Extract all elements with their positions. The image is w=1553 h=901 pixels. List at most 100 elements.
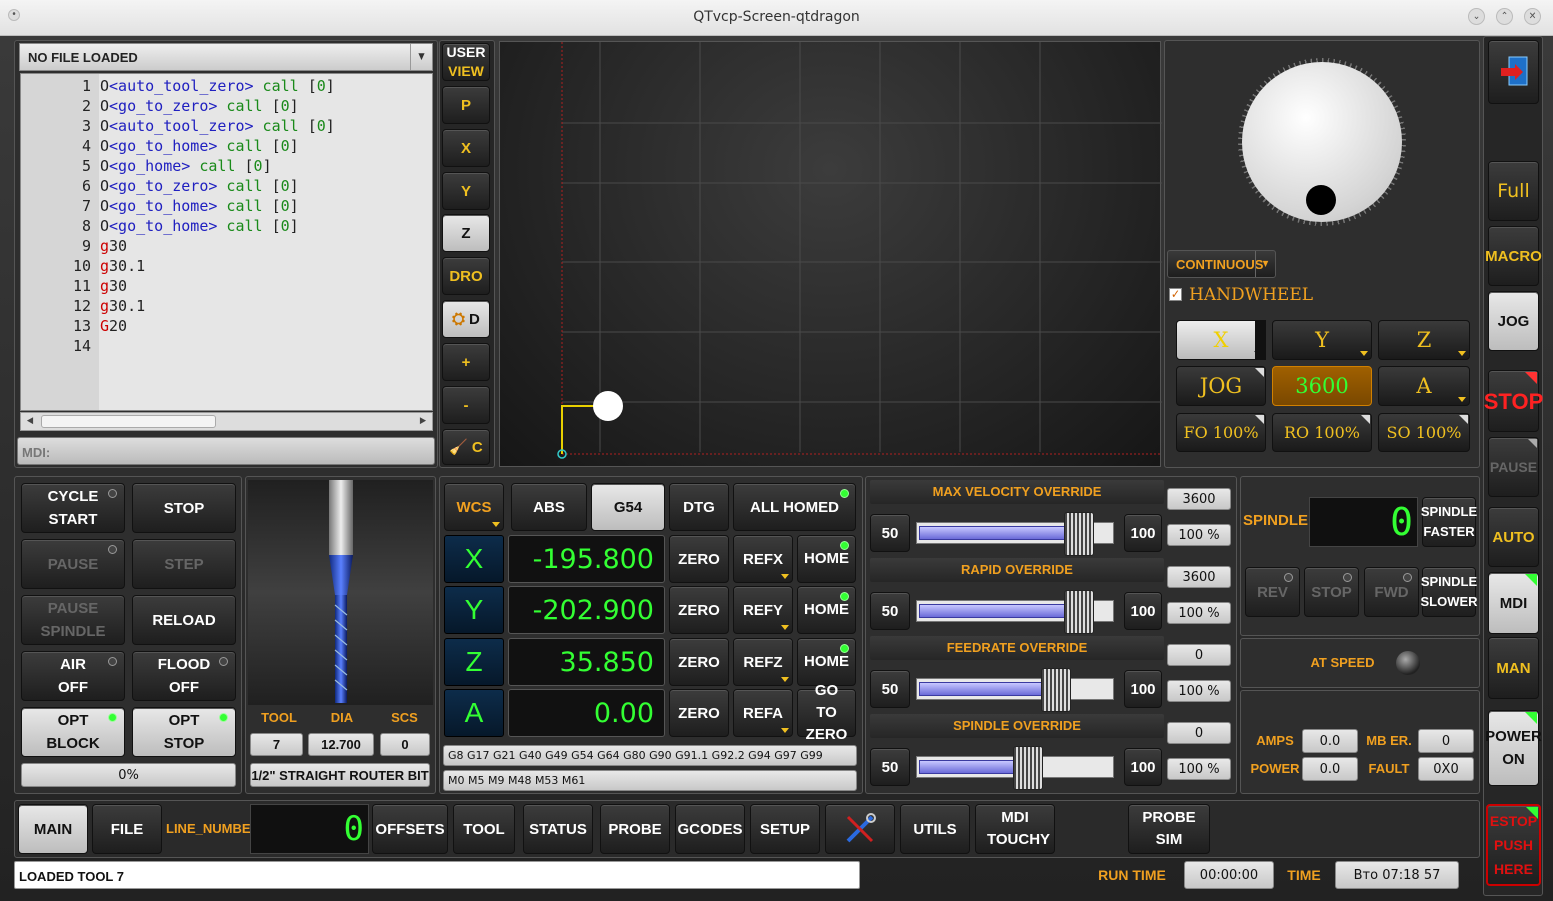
slider-handle[interactable] <box>1064 590 1094 634</box>
chevron-down-icon[interactable]: ▼ <box>410 44 432 70</box>
pause-program-button[interactable]: PAUSE <box>21 539 125 589</box>
gcode-line[interactable]: 11 g30 <box>21 276 432 296</box>
gcode-line[interactable]: 6 O<go_to_zero> call [0] <box>21 176 432 196</box>
gcode-line[interactable]: 12 g30.1 <box>21 296 432 316</box>
view-p-button[interactable]: P <box>442 86 490 124</box>
maximize-icon[interactable]: ⌃ <box>1496 8 1513 25</box>
home-a-button[interactable]: GO TO ZERO <box>797 682 856 743</box>
override-max-button[interactable]: 100 <box>1124 748 1162 786</box>
override-slider[interactable] <box>916 746 1114 790</box>
exit-button[interactable] <box>1488 40 1539 104</box>
override-min-button[interactable]: 50 <box>870 670 910 708</box>
power-button[interactable]: POWER ON <box>1485 710 1542 786</box>
pause-button[interactable]: PAUSE <box>1488 437 1539 497</box>
pause-spindle-button[interactable]: PAUSE SPINDLE <box>21 595 125 645</box>
zero-z-button[interactable]: ZERO <box>669 638 729 686</box>
tab-utils[interactable]: UTILS <box>900 804 970 854</box>
handwheel-knob[interactable] <box>1306 185 1336 215</box>
tab-setup[interactable]: SETUP <box>750 804 820 854</box>
cycle-stop-button[interactable]: STOP <box>132 483 236 533</box>
zero-y-button[interactable]: ZERO <box>669 586 729 634</box>
jog-axis-x-button[interactable]: X <box>1176 320 1266 360</box>
spindle-faster-button[interactable]: SPINDLE FASTER <box>1421 497 1477 547</box>
home-x-button[interactable]: HOME <box>797 535 856 583</box>
gcode-line[interactable]: 3 O<auto_tool_zero> call [0] <box>21 116 432 136</box>
stop-button[interactable]: STOP <box>1484 370 1543 432</box>
ref-z-button[interactable]: REFZ <box>733 638 793 686</box>
tab-tool[interactable]: TOOL <box>453 804 515 854</box>
ref-x-button[interactable]: REFX <box>733 535 793 583</box>
chevron-down-icon[interactable]: ▼ <box>1255 251 1275 277</box>
zero-x-button[interactable]: ZERO <box>669 535 729 583</box>
slider-handle[interactable] <box>1013 746 1043 790</box>
gcode-line[interactable]: 9 g30 <box>21 236 432 256</box>
tab-tools[interactable] <box>825 804 895 854</box>
tab-probe-sim[interactable]: PROBE SIM <box>1128 804 1210 854</box>
jog-rate-field[interactable]: 3600 <box>1272 366 1372 406</box>
horizontal-scrollbar[interactable]: ◀ ▶ <box>20 412 433 431</box>
cycle-start-button[interactable]: CYCLE START <box>21 483 125 533</box>
feed-override-button[interactable]: FO 100% <box>1176 413 1266 452</box>
tab-gcodes[interactable]: GCODES <box>675 804 745 854</box>
gcode-line[interactable]: 10 g30.1 <box>21 256 432 276</box>
jog-axis-y-button[interactable]: Y <box>1272 320 1372 360</box>
spindle-override-button[interactable]: SO 100% <box>1378 413 1470 452</box>
override-max-button[interactable]: 100 <box>1124 592 1162 630</box>
spindle-slower-button[interactable]: SPINDLE SLOWER <box>1420 567 1478 617</box>
tab-offsets[interactable]: OFFSETS <box>372 804 448 854</box>
file-combobox[interactable]: NO FILE LOADED ▼ <box>19 43 433 71</box>
view-dro-button[interactable]: DRO <box>442 257 490 295</box>
mdi-mode-button[interactable]: MDI <box>1488 572 1539 634</box>
gcode-preview[interactable] <box>499 41 1162 467</box>
slider-handle[interactable] <box>1064 512 1094 556</box>
close-icon[interactable]: ✕ <box>1524 8 1541 25</box>
all-homed-button[interactable]: ALL HOMED <box>733 483 856 531</box>
flood-toggle-button[interactable]: FLOOD OFF <box>132 651 236 701</box>
gcode-line[interactable]: 14 <box>21 336 432 356</box>
override-slider[interactable] <box>916 668 1114 712</box>
view-x-button[interactable]: X <box>442 129 490 167</box>
zoom-out-button[interactable]: - <box>442 386 490 424</box>
auto-mode-button[interactable]: AUTO <box>1488 507 1539 567</box>
manual-mode-button[interactable]: MAN <box>1488 637 1539 699</box>
gcode-line[interactable]: 4 O<go_to_home> call [0] <box>21 136 432 156</box>
wcs-button[interactable]: WCS <box>444 483 504 531</box>
tab-mdi-touchy[interactable]: MDI TOUCHY <box>975 804 1055 854</box>
override-slider[interactable] <box>916 590 1114 634</box>
user-view-button[interactable]: USER VIEW <box>442 43 490 81</box>
jog-tab-button[interactable]: JOG <box>1488 291 1539 351</box>
slider-handle[interactable] <box>1041 668 1071 712</box>
zero-a-button[interactable]: ZERO <box>669 689 729 737</box>
tab-probe[interactable]: PROBE <box>600 804 670 854</box>
view-z-button[interactable]: Z <box>442 214 490 252</box>
gcode-line[interactable]: 7 O<go_to_home> call [0] <box>21 196 432 216</box>
handwheel-dial[interactable] <box>1238 58 1406 226</box>
dtg-button[interactable]: DTG <box>669 483 729 531</box>
scroll-right-icon[interactable]: ▶ <box>416 415 430 428</box>
scrollbar-thumb[interactable] <box>41 415 216 428</box>
optional-block-button[interactable]: OPT BLOCK <box>21 707 125 757</box>
home-y-button[interactable]: HOME <box>797 586 856 634</box>
abs-button[interactable]: ABS <box>511 483 587 531</box>
jog-button[interactable]: JOG <box>1176 366 1266 406</box>
override-slider[interactable] <box>916 512 1114 556</box>
zoom-in-button[interactable]: + <box>442 343 490 381</box>
override-min-button[interactable]: 50 <box>870 748 910 786</box>
override-max-button[interactable]: 100 <box>1124 514 1162 552</box>
ref-a-button[interactable]: REFA <box>733 689 793 737</box>
jog-axis-a-button[interactable]: A <box>1378 366 1470 406</box>
override-min-button[interactable]: 50 <box>870 592 910 630</box>
jog-axis-z-button[interactable]: Z <box>1378 320 1470 360</box>
gcode-editor[interactable]: 1 O<auto_tool_zero> call [0] 2 O<go_to_zero… <box>20 73 433 411</box>
air-toggle-button[interactable]: AIR OFF <box>21 651 125 701</box>
minimize-icon[interactable]: ⌄ <box>1468 8 1485 25</box>
g54-button[interactable]: G54 <box>591 483 665 531</box>
ref-y-button[interactable]: REFY <box>733 586 793 634</box>
jog-mode-combobox[interactable]: CONTINUOUS ▼ <box>1167 250 1276 278</box>
optional-stop-button[interactable]: OPT STOP <box>132 707 236 757</box>
tab-file[interactable]: FILE <box>92 804 162 854</box>
estop-button[interactable]: ESTOP PUSH HERE <box>1486 804 1541 886</box>
rapid-override-button[interactable]: RO 100% <box>1272 413 1372 452</box>
spindle-stop-button[interactable]: STOP <box>1304 567 1359 617</box>
fullscreen-button[interactable]: Full <box>1488 161 1539 221</box>
